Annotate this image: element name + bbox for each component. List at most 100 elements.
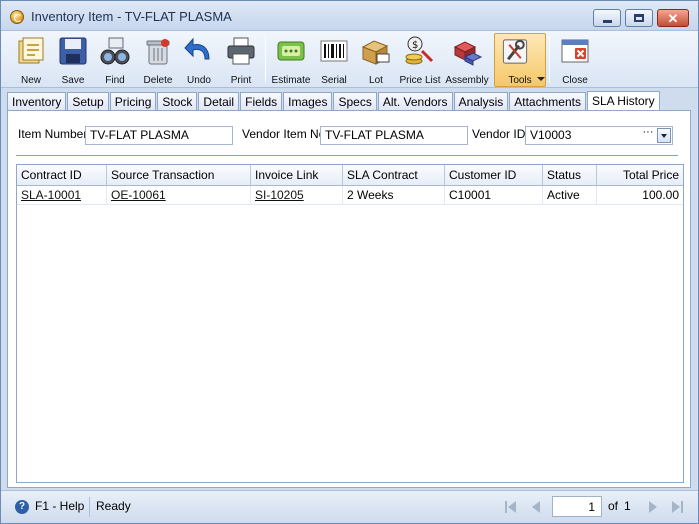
close-icon: ✕ — [667, 10, 679, 26]
assembly-icon — [453, 41, 483, 66]
tab-detail[interactable]: Detail — [198, 92, 240, 111]
lot-button[interactable]: Lot — [359, 33, 393, 87]
toolbar: New Save Find Delete Undo Print Estimate… — [1, 31, 698, 88]
tools-dropdown-icon[interactable] — [537, 77, 545, 81]
delete-button[interactable]: Delete — [140, 33, 176, 87]
source-transaction-link[interactable]: OE-10061 — [107, 186, 251, 205]
print-label: Print — [230, 75, 252, 86]
tab-alt-vendors[interactable]: Alt. Vendors — [377, 92, 453, 111]
tab-strip: Inventory Setup Pricing Stock Detail Fie… — [7, 91, 661, 111]
undo-button[interactable]: Undo — [182, 33, 216, 87]
window-close-button[interactable]: ✕ — [657, 9, 689, 27]
tab-fields[interactable]: Fields — [240, 92, 283, 111]
status-text: Ready — [96, 499, 131, 513]
help-icon[interactable]: ? — [15, 500, 29, 514]
printer-icon — [227, 37, 255, 65]
minimize-button[interactable] — [593, 9, 621, 27]
tab-images[interactable]: Images — [283, 92, 333, 111]
vendor-item-no-field[interactable]: TV-FLAT PLASMA — [320, 126, 468, 145]
close-window-icon — [561, 39, 589, 63]
tab-analysis[interactable]: Analysis — [453, 92, 509, 111]
contract-id-link[interactable]: SLA-10001 — [17, 186, 107, 205]
column-header-invoice-link[interactable]: Invoice Link — [251, 165, 343, 185]
assembly-button[interactable]: Assembly — [445, 33, 489, 87]
save-label: Save — [61, 75, 85, 86]
column-header-source-transaction[interactable]: Source Transaction — [107, 165, 251, 185]
status-bar: ? F1 - Help Ready of 1 — [1, 490, 698, 523]
tab-sla-history[interactable]: SLA History — [586, 91, 660, 111]
column-header-sla-contract[interactable]: SLA Contract — [343, 165, 445, 185]
total-price-cell: 100.00 — [597, 186, 683, 205]
undo-label: Undo — [187, 75, 211, 86]
next-page-icon[interactable] — [646, 500, 660, 514]
page-number-input[interactable] — [552, 496, 602, 517]
column-header-status[interactable]: Status — [543, 165, 597, 185]
trash-icon — [146, 39, 170, 65]
column-header-customer-id[interactable]: Customer ID — [445, 165, 543, 185]
tab-stock[interactable]: Stock — [157, 92, 198, 111]
table-row[interactable]: SLA-10001 OE-10061 SI-10205 2 Weeks C100… — [17, 186, 683, 205]
total-pages: 1 — [624, 499, 631, 513]
delete-label: Delete — [143, 75, 173, 86]
of-label: of — [608, 499, 619, 513]
last-page-icon[interactable] — [671, 500, 685, 514]
tab-specs[interactable]: Specs — [333, 92, 377, 111]
save-icon — [59, 37, 87, 65]
column-header-contract-id[interactable]: Contract ID — [17, 165, 107, 185]
estimate-label: Estimate — [271, 75, 311, 86]
inventory-item-window: Inventory Item - TV-FLAT PLASMA ✕ New Sa… — [0, 0, 699, 524]
title-bar: Inventory Item - TV-FLAT PLASMA ✕ — [1, 1, 698, 31]
close-button[interactable]: Close — [557, 33, 593, 87]
assembly-label: Assembly — [445, 75, 489, 86]
sla-contract-cell: 2 Weeks — [343, 186, 445, 205]
maximize-icon — [634, 14, 644, 22]
tab-setup[interactable]: Setup — [67, 92, 109, 111]
binoculars-icon — [100, 37, 130, 65]
price-list-button[interactable]: $ Price List — [398, 33, 442, 87]
undo-icon — [184, 37, 210, 60]
previous-page-icon[interactable] — [529, 500, 543, 514]
ellipsis-icon[interactable]: ··· — [641, 127, 655, 143]
find-label: Find — [105, 75, 125, 86]
sla-history-grid: Contract ID Source Transaction Invoice L… — [16, 164, 684, 483]
save-button[interactable]: Save — [56, 33, 90, 87]
toolbar-separator — [265, 37, 266, 83]
price-list-icon: $ — [405, 36, 434, 65]
grid-header: Contract ID Source Transaction Invoice L… — [17, 165, 683, 186]
print-button[interactable]: Print — [224, 33, 258, 87]
serial-button[interactable]: Serial — [316, 33, 352, 87]
svg-text:$: $ — [412, 40, 418, 51]
vendor-id-label: Vendor ID — [472, 127, 526, 141]
divider — [16, 155, 678, 157]
first-page-icon[interactable] — [504, 500, 518, 514]
estimate-button[interactable]: Estimate — [271, 33, 311, 87]
help-label[interactable]: F1 - Help — [35, 499, 84, 513]
new-label: New — [20, 75, 41, 86]
tools-label: Tools — [508, 75, 532, 86]
app-icon — [10, 10, 24, 24]
invoice-link[interactable]: SI-10205 — [251, 186, 343, 205]
new-icon — [18, 37, 44, 64]
chevron-down-icon[interactable] — [657, 128, 671, 143]
tab-attachments[interactable]: Attachments — [509, 92, 586, 111]
tab-inventory[interactable]: Inventory — [7, 92, 67, 111]
tab-pricing[interactable]: Pricing — [109, 92, 157, 111]
item-number-label: Item Number — [18, 127, 88, 141]
price-list-label: Price List — [399, 75, 441, 86]
find-button[interactable]: Find — [97, 33, 133, 87]
barcode-icon — [320, 40, 348, 62]
serial-label: Serial — [321, 75, 347, 86]
window-title: Inventory Item - TV-FLAT PLASMA — [31, 9, 232, 24]
toolbar-separator — [549, 37, 550, 83]
close-label: Close — [562, 75, 588, 86]
new-button[interactable]: New — [13, 33, 49, 87]
customer-id-cell: C10001 — [445, 186, 543, 205]
status-cell: Active — [543, 186, 597, 205]
maximize-button[interactable] — [625, 9, 653, 27]
column-header-total-price[interactable]: Total Price — [597, 165, 683, 185]
lot-box-icon — [361, 40, 390, 65]
vendor-id-field[interactable]: V10003 ··· — [525, 126, 673, 145]
lot-label: Lot — [369, 75, 383, 86]
item-number-field[interactable]: TV-FLAT PLASMA — [85, 126, 233, 145]
tools-icon — [502, 39, 528, 64]
